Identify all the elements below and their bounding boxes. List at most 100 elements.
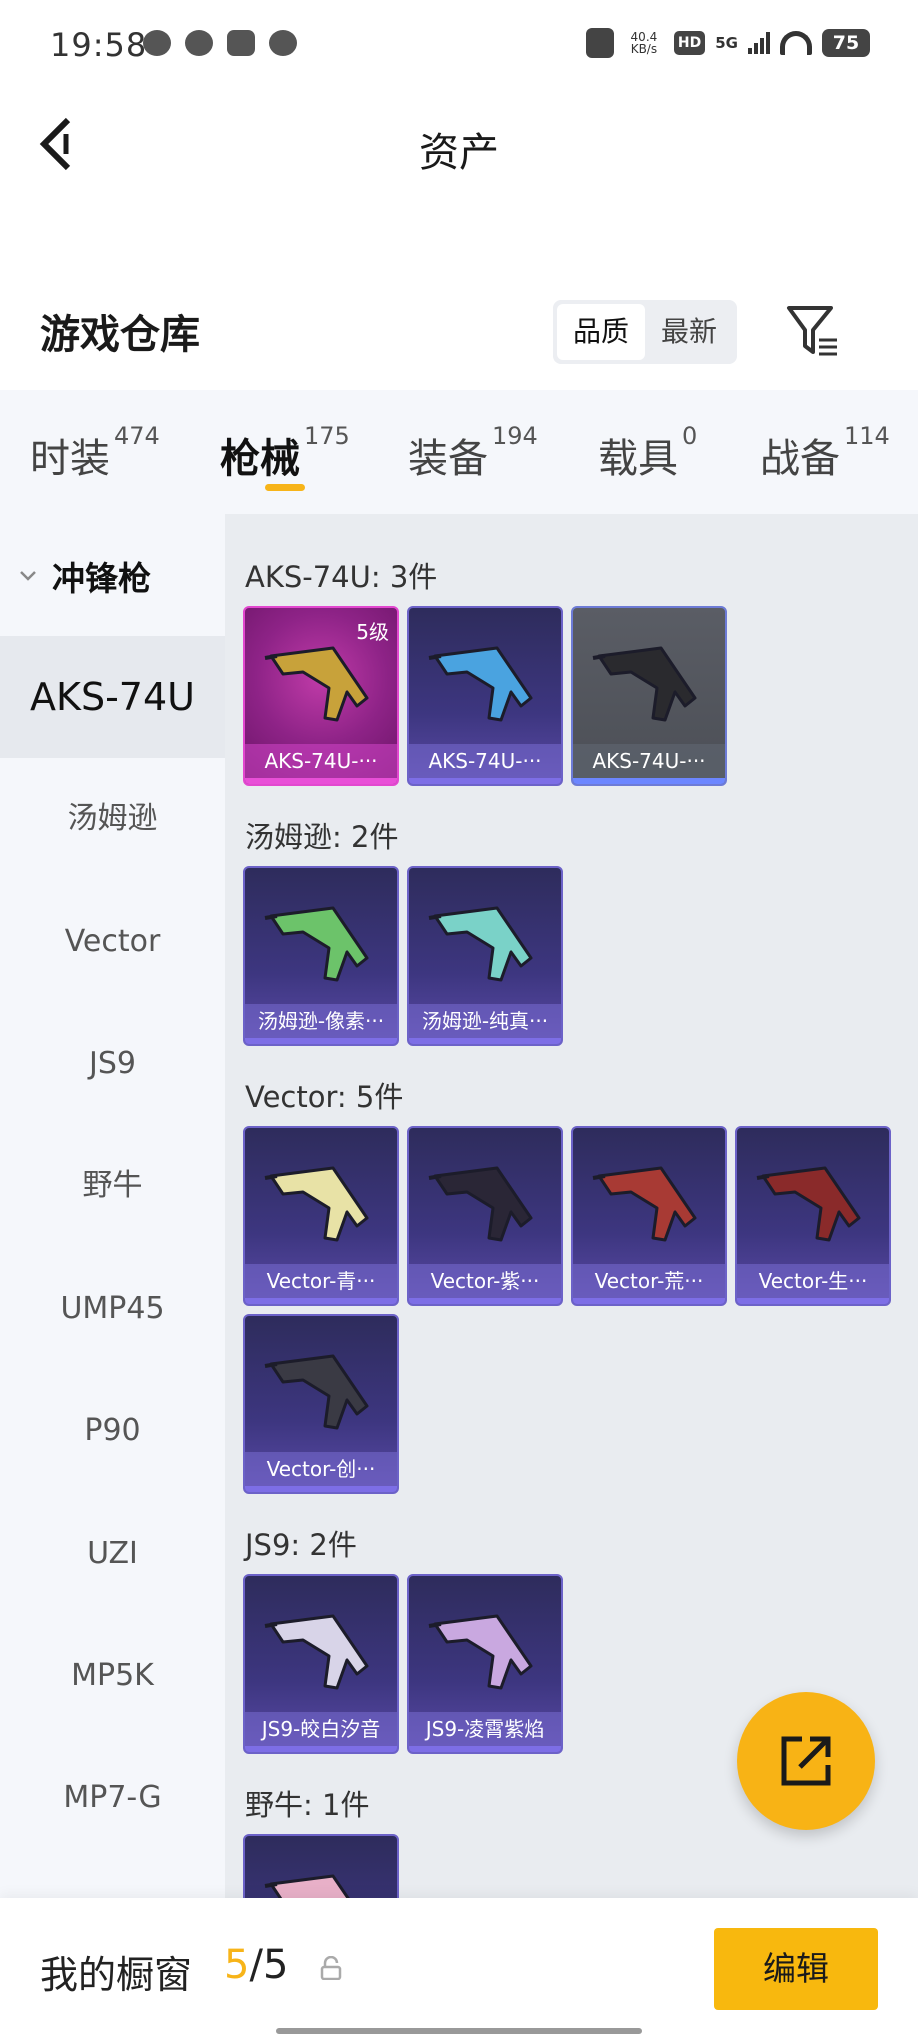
nav-header: 资产 [0,92,918,202]
weapon-name: 汤姆逊-纯真··· [409,1004,561,1038]
weapon-name: JS9-凌霄紫焰 [409,1712,561,1746]
gun-image [428,1614,533,1690]
gun-image [264,1874,352,1900]
weapon-card[interactable]: JS9-皎白汐音 [243,1574,399,1754]
battery-icon: 75 [822,29,870,57]
weapon-name: Vector-生··· [737,1264,889,1298]
tab-vehicles[interactable]: 载具 0 [598,422,697,484]
weapon-card[interactable]: Vector-紫··· [407,1126,563,1306]
wechat-icon [143,30,171,56]
category-tabs: 时装 474 枪械 175 装备 194 载具 0 战备 114 [0,390,918,514]
rarity-bar [245,1298,397,1304]
weapon-card[interactable]: Vector-创··· [243,1314,399,1494]
rarity-bar [737,1298,889,1304]
weapon-card[interactable]: 汤姆逊-纯真··· [407,866,563,1046]
signal-icon [748,32,770,54]
chevron-down-icon [20,571,36,581]
weapon-card[interactable]: Vector-青··· [243,1126,399,1306]
weapon-card[interactable]: 汤姆逊-像素··· [243,866,399,1046]
weapon-name: AKS-74U-··· [245,744,397,778]
rarity-bar [573,778,725,784]
group-title: 野牛: 1件 [245,1788,370,1822]
sidebar-item-aks74u[interactable]: AKS-74U [0,636,225,758]
filter-button[interactable] [783,302,841,360]
share-icon [781,1736,831,1786]
sort-newest-button[interactable]: 最新 [645,304,733,360]
sidebar-group-smg[interactable]: 冲锋枪 [0,514,225,636]
tab-supplies[interactable]: 战备 114 [760,422,890,484]
home-indicator [276,2028,642,2034]
sort-toggle: 品质 最新 [553,300,737,364]
active-tab-indicator [265,484,305,491]
sidebar-item-thompson[interactable]: 汤姆逊 [0,758,225,880]
weapon-name: Vector-紫··· [409,1264,561,1298]
share-button[interactable] [737,1692,875,1830]
sort-quality-button[interactable]: 品质 [557,304,645,360]
weapon-name: Vector-创··· [245,1452,397,1486]
section-title: 游戏仓库 [40,312,200,358]
weapon-card[interactable] [243,1834,399,1900]
weapon-card[interactable]: JS9-凌霄紫焰 [407,1574,563,1754]
wifi-icon [780,31,812,55]
gun-image [264,1614,369,1690]
warehouse-header: 游戏仓库 品质 最新 [0,280,918,390]
mute-icon [585,28,614,58]
weapon-card[interactable]: AKS-74U-··· [407,606,563,786]
weapon-card[interactable]: Vector-荒··· [571,1126,727,1306]
sidebar-item-mp7g[interactable]: MP7-G [0,1737,225,1859]
tab-equipment[interactable]: 装备 194 [408,422,538,484]
gun-image [264,906,369,982]
app-icon [185,30,213,56]
weapon-name: 汤姆逊-像素··· [245,1004,397,1038]
sidebar-item-bizon[interactable]: 野牛 [0,1125,225,1247]
rarity-bar [409,1746,561,1752]
weapon-card[interactable]: AKS-74U-··· [571,606,727,786]
weapon-name: Vector-青··· [245,1264,397,1298]
sidebar-item-mp5k[interactable]: MP5K [0,1615,225,1737]
mail-icon [227,30,255,56]
network-type: 5G [715,34,738,52]
level-badge: 5级 [356,620,389,644]
tab-fashion[interactable]: 时装 474 [30,422,160,484]
gun-image [428,646,533,722]
message-icon [269,30,297,56]
group-title: JS9: 2件 [245,1528,357,1562]
group-title: 汤姆逊: 2件 [245,820,399,854]
gun-image [428,906,533,982]
gun-image [264,1166,369,1242]
sidebar-item-uzi[interactable]: UZI [0,1493,225,1615]
edit-button[interactable]: 编辑 [714,1928,878,2010]
weapon-name: AKS-74U-··· [409,744,561,778]
gun-image [428,1166,533,1242]
hd-badge: HD [673,31,706,55]
sidebar-item-p90[interactable]: P90 [0,1370,225,1492]
gun-image [756,1166,861,1242]
sidebar-item-vector[interactable]: Vector [0,881,225,1003]
weapon-name: Vector-荒··· [573,1264,725,1298]
tab-guns[interactable]: 枪械 175 [220,422,350,484]
showcase-label: 我的橱窗 [40,1953,193,1997]
weapon-sidebar: 冲锋枪 AKS-74U 汤姆逊 Vector JS9 野牛 UMP45 P90 … [0,514,225,1900]
rarity-bar [245,1038,397,1044]
group-title: AKS-74U: 3件 [245,560,438,594]
notification-icons [143,30,297,56]
rarity-bar [409,1298,561,1304]
lock-icon [320,1956,342,1980]
sidebar-item-js9[interactable]: JS9 [0,1003,225,1125]
weapon-card[interactable]: Vector-生··· [735,1126,891,1306]
group-title: Vector: 5件 [245,1080,404,1114]
filter-icon [787,306,837,356]
rarity-bar [245,778,397,784]
weapon-card[interactable]: 5级 AKS-74U-··· [243,606,399,786]
weapon-name: AKS-74U-··· [573,744,725,778]
status-bar: 19:58 40.4 KB/s HD 5G 75 [0,0,918,92]
rarity-bar [409,1038,561,1044]
sidebar-item-ump45[interactable]: UMP45 [0,1248,225,1370]
gun-image [592,1166,697,1242]
showcase-bar: 我的橱窗 5/5 编辑 [0,1898,918,2040]
gun-image [592,646,697,722]
rarity-bar [245,1486,397,1492]
rarity-bar [245,1746,397,1752]
status-time: 19:58 [50,26,148,64]
rarity-bar [409,778,561,784]
